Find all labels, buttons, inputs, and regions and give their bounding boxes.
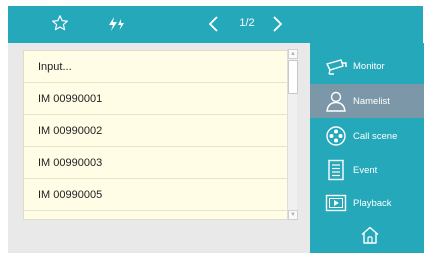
input-row[interactable]: Input... xyxy=(24,51,295,83)
call-scene-icon xyxy=(326,126,346,146)
page-indicator: 1/2 xyxy=(239,17,255,29)
scroll-down-arrow-icon[interactable]: ▼ xyxy=(288,210,298,220)
list-item[interactable]: IM 00990002 xyxy=(24,115,295,147)
top-bar: 1/2 xyxy=(8,6,423,43)
sidebar-item-playback[interactable]: Playback xyxy=(310,186,424,220)
list-item[interactable]: IM 00990005 xyxy=(24,179,295,211)
sidebar-item-namelist[interactable]: Namelist xyxy=(310,84,424,118)
sidebar-item-monitor[interactable]: Monitor xyxy=(310,49,424,83)
sidebar-item-label: Call scene xyxy=(353,130,398,142)
scroll-thumb[interactable] xyxy=(288,60,298,94)
sidebar-item-label: Event xyxy=(353,164,378,176)
scroll-up-arrow-icon[interactable]: ▲ xyxy=(288,49,298,59)
previous-page-button[interactable] xyxy=(207,13,221,35)
namelist-panel: Input... IM 00990001 IM 00990002 IM 0099… xyxy=(8,43,310,253)
star-outline-icon[interactable] xyxy=(51,14,69,32)
next-page-button[interactable] xyxy=(270,13,284,35)
list-item[interactable]: IM 00990003 xyxy=(24,147,295,179)
playback-icon xyxy=(325,194,347,212)
home-icon[interactable] xyxy=(360,225,380,245)
sidebar-item-event[interactable]: Event xyxy=(310,153,424,187)
list-item[interactable]: IM 00990001 xyxy=(24,83,295,115)
sidebar-item-label: Playback xyxy=(353,197,392,209)
event-list-icon xyxy=(328,159,344,181)
sidebar-item-label: Namelist xyxy=(353,95,390,107)
person-icon xyxy=(326,91,346,112)
list-scrollbar[interactable]: ▲ ▼ xyxy=(287,49,298,220)
camera-icon xyxy=(325,59,347,75)
sidebar-item-call-scene[interactable]: Call scene xyxy=(310,119,424,153)
name-list: Input... IM 00990001 IM 00990002 IM 0099… xyxy=(23,50,295,220)
sidebar: Monitor Namelist Call scene Event Playba… xyxy=(310,43,424,253)
sidebar-item-label: Monitor xyxy=(353,60,385,72)
lightning-icon[interactable] xyxy=(106,15,126,33)
